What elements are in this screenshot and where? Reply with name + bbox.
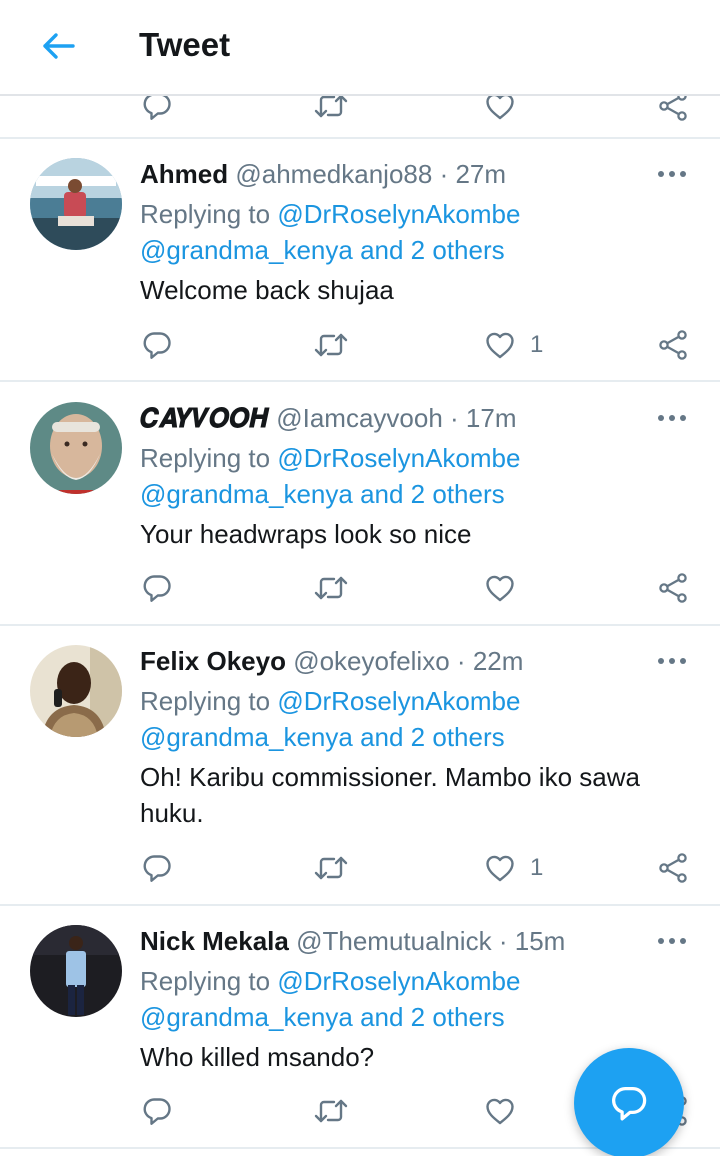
replying-user-link[interactable]: @DrRoselynAkombe xyxy=(277,966,520,996)
like-count: 1 xyxy=(530,331,544,358)
author-name[interactable]: Ahmed xyxy=(140,159,228,189)
author-name[interactable]: Nick Mekala xyxy=(140,926,289,956)
author-handle[interactable]: @ahmedkanjo88 xyxy=(235,159,432,189)
more-options-icon xyxy=(658,938,686,944)
retweet-icon xyxy=(313,572,349,604)
author-name[interactable]: Felix Okeyo xyxy=(140,646,286,676)
tweet-text: Oh! Karibu commissioner. Mambo iko sawa … xyxy=(140,762,640,828)
divider xyxy=(0,137,720,139)
tweet-header: Felix Okeyo @okeyofelixo · 22m xyxy=(140,643,640,679)
reply-button[interactable] xyxy=(141,329,173,361)
page-title: Tweet xyxy=(139,26,231,63)
share-button[interactable] xyxy=(657,572,689,604)
like-button[interactable] xyxy=(484,572,530,604)
retweet-button[interactable] xyxy=(313,1095,349,1127)
avatar[interactable] xyxy=(30,158,122,250)
replying-prefix: Replying to xyxy=(140,199,271,229)
replying-others-link[interactable]: @grandma_kenya and 2 others xyxy=(140,232,505,268)
retweet-icon xyxy=(313,329,349,361)
replying-others-link[interactable]: @grandma_kenya and 2 others xyxy=(140,719,505,755)
tweet-item[interactable]: 𝑪𝑨𝒀𝑽𝑶𝑶𝑯 @Iamcayvooh · 17m Replying to @D… xyxy=(0,400,720,624)
compose-reply-button[interactable] xyxy=(574,1048,684,1156)
tweet-header: 𝑪𝑨𝒀𝑽𝑶𝑶𝑯 @Iamcayvooh · 17m xyxy=(140,400,640,436)
tweet-header: Nick Mekala @Themutualnick · 15m xyxy=(140,923,640,959)
arrow-left-icon xyxy=(43,33,75,59)
compose-reply-icon xyxy=(612,1087,647,1121)
more-options-button[interactable] xyxy=(656,927,688,955)
replying-user-link[interactable]: @DrRoselynAkombe xyxy=(277,443,520,473)
share-icon xyxy=(657,852,689,884)
like-count: 1 xyxy=(530,854,544,881)
replying-others-link[interactable]: @grandma_kenya and 2 others xyxy=(140,999,505,1035)
tweet-text: Welcome back shujaa xyxy=(140,275,394,305)
avatar[interactable] xyxy=(30,402,122,494)
more-options-icon xyxy=(658,171,686,177)
timestamp: 22m xyxy=(472,646,524,676)
replying-to-line: Replying to @DrRoselynAkombe xyxy=(140,683,520,719)
divider xyxy=(0,380,720,382)
replying-user-link[interactable]: @DrRoselynAkombe xyxy=(277,686,520,716)
retweet-button[interactable] xyxy=(313,572,349,604)
reply-button[interactable] xyxy=(141,1095,173,1127)
author-handle[interactable]: @Iamcayvooh xyxy=(276,403,443,433)
reply-icon xyxy=(141,572,173,604)
avatar[interactable] xyxy=(30,925,122,1017)
more-options-icon xyxy=(658,415,686,421)
separator-dot: · xyxy=(450,403,459,433)
like-button[interactable]: 1 xyxy=(484,852,543,884)
more-options-button[interactable] xyxy=(656,404,688,432)
share-button[interactable] xyxy=(657,329,689,361)
retweet-icon xyxy=(313,1095,349,1127)
share-icon xyxy=(657,329,689,361)
tweet-text: Your headwraps look so nice xyxy=(140,519,472,549)
replying-user-link[interactable]: @DrRoselynAkombe xyxy=(277,199,520,229)
heart-icon xyxy=(484,329,516,361)
heart-icon xyxy=(484,852,516,884)
share-icon xyxy=(657,572,689,604)
more-options-button[interactable] xyxy=(656,160,688,188)
timestamp: 15m xyxy=(514,926,566,956)
avatar[interactable] xyxy=(30,645,122,737)
more-options-icon xyxy=(658,658,686,664)
separator-dot: · xyxy=(456,646,466,676)
timestamp: 17m xyxy=(465,403,517,433)
reply-icon xyxy=(141,329,173,361)
tweet-item[interactable]: Felix Okeyo @okeyofelixo · 22m Replying … xyxy=(0,643,720,905)
replying-others-link[interactable]: @grandma_kenya and 2 others xyxy=(140,476,505,512)
separator-dot: · xyxy=(498,926,508,956)
back-button[interactable] xyxy=(38,26,78,66)
replying-prefix: Replying to xyxy=(140,966,271,996)
timestamp: 27m xyxy=(455,159,507,189)
replying-to-line: Replying to @DrRoselynAkombe xyxy=(140,196,520,232)
reply-icon xyxy=(141,1095,173,1127)
replying-to-line: Replying to @DrRoselynAkombe xyxy=(140,440,520,476)
top-app-bar: Tweet xyxy=(0,0,720,96)
retweet-icon xyxy=(313,852,349,884)
divider xyxy=(0,904,720,906)
replying-prefix: Replying to xyxy=(140,443,271,473)
tweet-item[interactable]: Ahmed @ahmedkanjo88 · 27m Replying to @D… xyxy=(0,156,720,382)
replying-prefix: Replying to xyxy=(140,686,271,716)
heart-icon xyxy=(484,572,516,604)
tweet-header: Ahmed @ahmedkanjo88 · 27m xyxy=(140,156,640,192)
author-name[interactable]: 𝑪𝑨𝒀𝑽𝑶𝑶𝑯 xyxy=(140,403,269,433)
reply-button[interactable] xyxy=(141,852,173,884)
more-options-button[interactable] xyxy=(656,647,688,675)
heart-icon xyxy=(484,1095,516,1127)
retweet-button[interactable] xyxy=(313,852,349,884)
like-button[interactable] xyxy=(484,1095,530,1127)
retweet-button[interactable] xyxy=(313,329,349,361)
divider xyxy=(0,624,720,626)
reply-button[interactable] xyxy=(141,572,173,604)
share-button[interactable] xyxy=(657,852,689,884)
author-handle[interactable]: @okeyofelixo xyxy=(293,646,449,676)
like-button[interactable]: 1 xyxy=(484,329,543,361)
separator-dot: · xyxy=(439,159,449,189)
author-handle[interactable]: @Themutualnick xyxy=(296,926,491,956)
reply-icon xyxy=(141,852,173,884)
replying-to-line: Replying to @DrRoselynAkombe xyxy=(140,963,520,999)
